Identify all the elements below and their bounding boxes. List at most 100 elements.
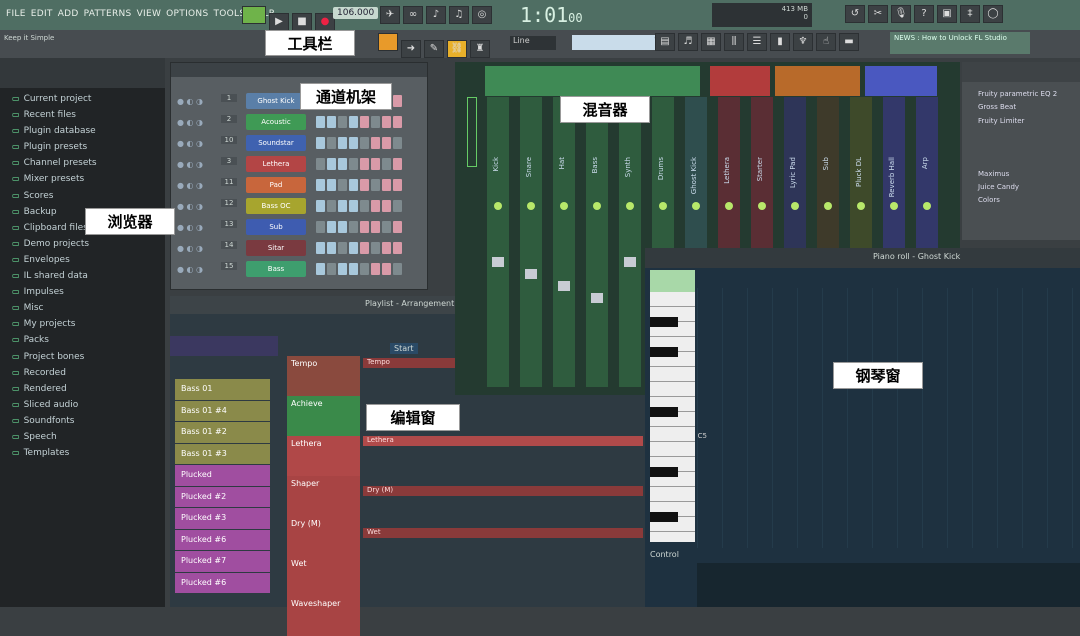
loop-record-icon[interactable]: ∞ — [403, 6, 423, 24]
channel-button[interactable]: Pad — [246, 177, 306, 193]
browser-item[interactable]: ▭Misc — [0, 303, 165, 319]
channel-rack-icon[interactable]: ▦ — [701, 33, 721, 51]
step-button[interactable] — [393, 242, 402, 254]
step-button[interactable] — [316, 221, 325, 233]
step-button[interactable] — [316, 242, 325, 254]
step-button[interactable] — [316, 158, 325, 170]
browser-icon[interactable]: ☰ — [747, 33, 767, 51]
step-button[interactable] — [360, 116, 369, 128]
menu-item[interactable]: ADD — [58, 9, 79, 19]
step-button[interactable] — [338, 200, 347, 212]
step-button[interactable] — [360, 242, 369, 254]
step-button[interactable] — [371, 263, 380, 275]
channel-button[interactable]: Bass — [246, 261, 306, 277]
channel-knobs[interactable]: ● ◐ ◑ — [177, 139, 203, 148]
step-button[interactable] — [338, 158, 347, 170]
browser-item[interactable]: ▭Plugin database — [0, 126, 165, 142]
browser-item[interactable]: ▭IL shared data — [0, 271, 165, 287]
brush-icon[interactable]: ✎ — [424, 40, 444, 58]
pattern-item[interactable]: Bass 01 #2 — [175, 422, 270, 443]
mixer-track-number[interactable]: 11 — [221, 178, 237, 186]
step-sequencer[interactable] — [316, 179, 404, 194]
step-button[interactable] — [338, 263, 347, 275]
fx-slot[interactable]: Fruity parametric EQ 2 — [962, 90, 1080, 103]
step-button[interactable] — [338, 242, 347, 254]
menu-item[interactable]: EDIT — [31, 9, 53, 19]
track-header[interactable]: Lethera — [287, 436, 360, 476]
browser-item[interactable]: ▭Channel presets — [0, 158, 165, 174]
fx-slot[interactable] — [962, 210, 1080, 223]
step-button[interactable] — [327, 116, 336, 128]
step-sequencer[interactable] — [316, 200, 404, 215]
step-button[interactable] — [393, 263, 402, 275]
plugin-picker-icon[interactable]: ♆ — [793, 33, 813, 51]
snap-mode-select[interactable]: Line — [510, 36, 556, 50]
mute-led[interactable] — [923, 202, 931, 210]
mixer-track[interactable]: Bass — [586, 97, 608, 387]
step-button[interactable] — [382, 158, 391, 170]
step-button[interactable] — [382, 137, 391, 149]
mute-led[interactable] — [857, 202, 865, 210]
browser-item[interactable]: ▭Packs — [0, 335, 165, 351]
step-button[interactable] — [382, 221, 391, 233]
step-button[interactable] — [316, 179, 325, 191]
step-button[interactable] — [393, 116, 402, 128]
step-button[interactable] — [349, 242, 358, 254]
note-grid[interactable] — [697, 288, 1080, 548]
fx-slot[interactable]: Juice Candy — [962, 183, 1080, 196]
channel-button[interactable]: Sub — [246, 219, 306, 235]
step-button[interactable] — [316, 263, 325, 275]
mute-led[interactable] — [527, 202, 535, 210]
mute-led[interactable] — [824, 202, 832, 210]
mixer-track-number[interactable]: 1 — [221, 94, 237, 102]
menu-item[interactable]: OPTIONS — [166, 9, 208, 19]
fx-slot[interactable] — [962, 130, 1080, 143]
volume-fader[interactable] — [525, 269, 537, 279]
step-button[interactable] — [327, 179, 336, 191]
step-button[interactable] — [360, 158, 369, 170]
piano-keys[interactable]: C5 — [650, 292, 695, 542]
cut-icon[interactable]: ✂ — [868, 5, 888, 23]
browser-item[interactable]: ▭Mixer presets — [0, 174, 165, 190]
playlist-clip[interactable]: Dry (M) — [363, 486, 643, 496]
volume-fader[interactable] — [558, 281, 570, 291]
step-button[interactable] — [371, 221, 380, 233]
pattern-item[interactable]: Plucked #6 — [175, 573, 270, 594]
browser-item[interactable]: ▭Plugin presets — [0, 142, 165, 158]
track-header[interactable]: Shaper — [287, 476, 360, 516]
step-button[interactable] — [382, 263, 391, 275]
volume-fader[interactable] — [624, 257, 636, 267]
tempo-display[interactable]: 106.000 — [333, 7, 378, 19]
arrow-icon[interactable]: ➜ — [401, 40, 421, 58]
step-button[interactable] — [371, 200, 380, 212]
step-button[interactable] — [382, 116, 391, 128]
browser-item[interactable]: ▭Rendered — [0, 384, 165, 400]
blend-icon[interactable]: ♫ — [449, 6, 469, 24]
browser-item[interactable]: ▭Project bones — [0, 352, 165, 368]
browser-item[interactable]: ▭Impulses — [0, 287, 165, 303]
step-button[interactable] — [327, 242, 336, 254]
step-button[interactable] — [393, 137, 402, 149]
step-button[interactable] — [327, 137, 336, 149]
step-button[interactable] — [349, 137, 358, 149]
step-button[interactable] — [338, 221, 347, 233]
mute-led[interactable] — [791, 202, 799, 210]
fx-slot[interactable]: Maximus — [962, 170, 1080, 183]
channel-knobs[interactable]: ● ◐ ◑ — [177, 202, 203, 211]
browser-item[interactable]: ▭Templates — [0, 448, 165, 464]
volume-fader[interactable] — [492, 257, 504, 267]
browser-item[interactable]: ▭Recent files — [0, 110, 165, 126]
step-button[interactable] — [316, 200, 325, 212]
channel-knobs[interactable]: ● ◐ ◑ — [177, 118, 203, 127]
mixer-track[interactable]: Synth — [619, 97, 641, 387]
piano-icon[interactable]: ♜ — [470, 40, 490, 58]
fx-slot[interactable]: Fruity Limiter — [962, 117, 1080, 130]
step-button[interactable] — [349, 200, 358, 212]
track-header[interactable]: Wet — [287, 556, 360, 596]
step-button[interactable] — [360, 263, 369, 275]
menu-item[interactable]: FILE — [6, 9, 26, 19]
start-marker[interactable]: Start — [390, 343, 418, 354]
step-button[interactable] — [360, 179, 369, 191]
plugin-icon[interactable]: ▮ — [770, 33, 790, 51]
mixer-track[interactable]: Hat — [553, 97, 575, 387]
